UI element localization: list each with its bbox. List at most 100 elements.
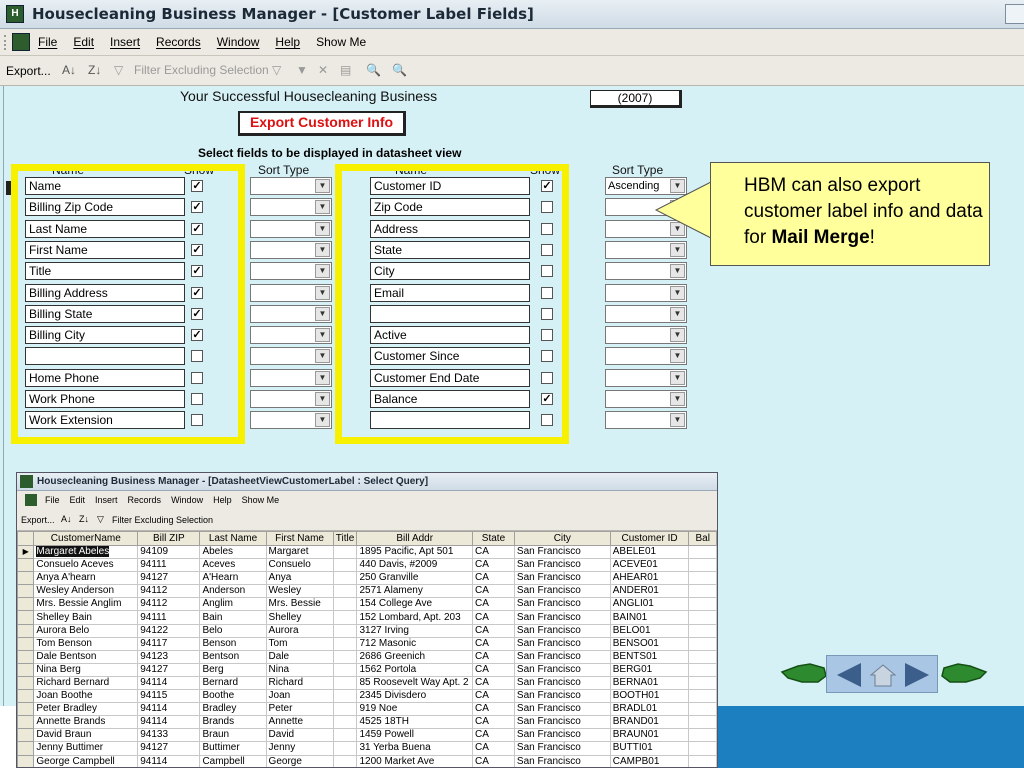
table-cell[interactable]: 440 Davis, #2009 <box>356 558 474 573</box>
window-control-button[interactable] <box>1005 4 1024 24</box>
table-cell[interactable] <box>332 662 358 677</box>
table-cell[interactable]: BERG01 <box>609 662 690 677</box>
table-cell[interactable]: 712 Masonic <box>356 636 474 651</box>
table-cell[interactable] <box>332 702 358 717</box>
table-cell[interactable]: BELO01 <box>609 623 690 638</box>
right-sort-type-select[interactable]: ▼ <box>605 240 687 259</box>
table-cell[interactable]: 1562 Portola <box>356 662 474 677</box>
table-cell[interactable]: San Francisco <box>513 636 611 651</box>
document-icon[interactable] <box>25 494 37 506</box>
left-show-checkbox[interactable] <box>191 350 203 363</box>
menu-insert[interactable]: Insert <box>110 35 140 49</box>
table-cell[interactable]: 94112 <box>137 584 201 599</box>
table-cell[interactable]: San Francisco <box>513 558 611 573</box>
table-cell[interactable]: Anglim <box>199 597 267 612</box>
table-cell[interactable]: George <box>265 754 334 767</box>
table-cell[interactable]: 2571 Alameny <box>356 584 474 599</box>
filter-by-form-icon[interactable]: ▽ <box>272 63 281 77</box>
table-cell[interactable]: CAMPB01 <box>609 754 690 767</box>
chevron-down-icon[interactable]: ▼ <box>315 264 330 279</box>
left-sort-type-select[interactable]: ▼ <box>250 198 332 217</box>
table-cell[interactable] <box>688 754 717 767</box>
table-cell[interactable] <box>332 544 358 560</box>
left-sort-type-select[interactable]: ▼ <box>250 262 332 281</box>
filter-excluding-selection-button[interactable]: Filter Excluding Selection <box>134 63 269 77</box>
table-cell[interactable]: San Francisco <box>513 702 611 717</box>
table-cell[interactable]: George Campbell <box>33 754 139 767</box>
right-show-checkbox[interactable] <box>541 329 553 342</box>
table-row[interactable]: Tom Benson 94117 Benson Tom 712 Masonic CA San… <box>17 636 717 651</box>
table-cell[interactable]: San Francisco <box>513 649 611 664</box>
table-cell[interactable]: CA <box>472 623 515 638</box>
table-row[interactable]: Richard Bernard 94114 Bernard Richard 85 Roo… <box>17 675 717 691</box>
table-cell[interactable]: Consuelo Aceves <box>33 558 139 573</box>
table-cell[interactable]: CA <box>472 702 515 717</box>
left-show-checkbox[interactable]: ✓ <box>191 222 203 235</box>
left-sort-type-select[interactable]: ▼ <box>250 240 332 259</box>
table-cell[interactable] <box>688 715 717 730</box>
table-cell[interactable]: 94114 <box>137 675 201 691</box>
table-cell[interactable]: Wesley <box>265 584 334 599</box>
table-cell[interactable]: Wesley Anderson <box>33 584 139 599</box>
table-row[interactable]: Consuelo Aceves 94111 Aceves Consuelo 440 Da… <box>17 558 717 573</box>
right-show-checkbox[interactable]: ✓ <box>541 180 553 192</box>
row-selector[interactable] <box>17 623 35 638</box>
table-row[interactable]: Nina Berg 94127 Berg Nina 1562 Portola CA San … <box>17 662 717 677</box>
chevron-down-icon[interactable]: ▼ <box>315 328 330 343</box>
right-show-checkbox[interactable] <box>541 307 553 320</box>
row-selector[interactable] <box>17 597 35 612</box>
left-sort-type-select[interactable]: ▼ <box>250 347 332 366</box>
table-cell[interactable]: Bernard <box>199 675 267 691</box>
table-cell[interactable]: Dale <box>265 649 334 664</box>
delete-record-icon[interactable]: ✕ <box>318 63 328 77</box>
table-cell[interactable]: 94114 <box>137 754 201 767</box>
table-cell[interactable]: 3127 Irving <box>356 623 474 638</box>
right-sort-type-select[interactable]: ▼ <box>605 262 687 281</box>
chevron-down-icon[interactable]: ▼ <box>315 413 330 428</box>
table-cell[interactable]: San Francisco <box>513 584 611 599</box>
left-sort-type-select[interactable]: ▼ <box>250 304 332 323</box>
table-cell[interactable]: 94112 <box>137 597 201 612</box>
table-cell[interactable] <box>688 649 717 664</box>
table-cell[interactable]: Nina <box>265 662 334 677</box>
document-icon[interactable] <box>12 33 30 51</box>
table-cell[interactable]: BRAUN01 <box>609 728 690 743</box>
table-cell[interactable]: San Francisco <box>513 571 611 586</box>
right-sort-type-select[interactable]: ▼ <box>605 304 687 323</box>
row-selector[interactable]: ▶ <box>17 544 35 560</box>
new-record-icon[interactable]: ▤ <box>340 63 351 77</box>
table-cell[interactable]: San Francisco <box>513 741 611 756</box>
table-cell[interactable] <box>332 675 358 691</box>
right-field-name-input[interactable] <box>370 304 530 323</box>
table-row[interactable]: ▶ Margaret Abeles 94109 Abeles Margaret 1895 … <box>17 544 717 560</box>
menu-file[interactable]: File <box>38 35 57 49</box>
table-cell[interactable]: Aurora <box>265 623 334 638</box>
table-cell[interactable]: Joan <box>265 689 334 704</box>
left-field-name-input[interactable] <box>25 347 185 366</box>
table-cell[interactable] <box>688 741 717 756</box>
column-header[interactable]: CustomerName <box>33 531 139 546</box>
table-row[interactable]: Annette Brands 94114 Brands Annette 4525 18T… <box>17 715 717 730</box>
table-cell[interactable]: 250 Granville <box>356 571 474 586</box>
table-cell[interactable]: BUTTI01 <box>609 741 690 756</box>
table-cell[interactable]: 94127 <box>137 662 201 677</box>
table-row[interactable]: Shelley Bain 94111 Bain Shelley 152 Lombard,… <box>17 610 717 625</box>
table-cell[interactable]: BENTS01 <box>609 649 690 664</box>
table-cell[interactable]: CA <box>472 689 515 704</box>
filter-excluding-selection-button[interactable]: Filter Excluding Selection <box>112 515 213 525</box>
menu-records[interactable]: Records <box>128 495 162 505</box>
table-cell[interactable]: Consuelo <box>265 558 334 573</box>
left-show-checkbox[interactable] <box>191 371 203 384</box>
left-field-name-input[interactable]: Last Name <box>25 219 185 238</box>
table-cell[interactable] <box>332 715 358 730</box>
table-cell[interactable]: Anderson <box>199 584 267 599</box>
chevron-down-icon[interactable]: ▼ <box>315 200 330 215</box>
row-selector[interactable] <box>17 649 35 664</box>
menu-insert[interactable]: Insert <box>95 495 118 505</box>
right-show-checkbox[interactable] <box>541 286 553 299</box>
column-header[interactable]: State <box>472 531 515 546</box>
table-cell[interactable]: Mrs. Bessie <box>265 597 334 612</box>
right-sort-type-select[interactable]: ▼ <box>605 411 687 430</box>
table-cell[interactable]: CA <box>472 649 515 664</box>
year-field[interactable]: (2007) <box>590 90 682 108</box>
